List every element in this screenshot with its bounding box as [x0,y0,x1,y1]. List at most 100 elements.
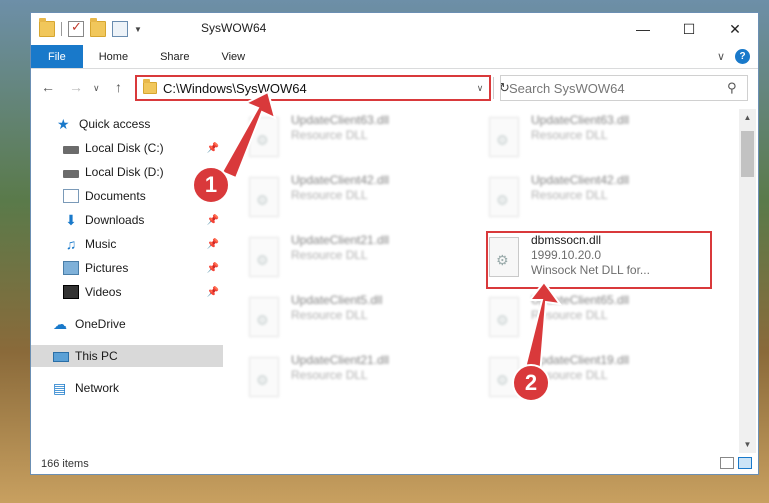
file-name: UpdateClient42.dll [531,173,630,187]
pin-icon[interactable]: 📌 [207,263,219,274]
file-item[interactable]: UpdateClient42.dllResource DLL [227,173,447,229]
nav-item-pictures[interactable]: Pictures 📌 [31,257,223,279]
file-item[interactable]: UpdateClient21.dllResource DLL [227,233,447,289]
dll-file-icon [249,117,279,157]
dll-file-icon [489,177,519,217]
help-icon[interactable]: ? [735,49,750,64]
file-item[interactable]: UpdateClient42.dllResource DLL [467,173,687,229]
file-description: Resource DLL [291,248,368,262]
address-bar[interactable]: C:\Windows\SysWOW64 ∨ [135,75,491,101]
star-icon: ★ [57,116,70,132]
computer-icon [53,352,69,362]
new-folder-icon[interactable] [90,18,106,37]
minimize-button[interactable]: — [620,13,666,45]
dll-file-icon [489,297,519,337]
file-description: Resource DLL [291,128,368,142]
nav-item-label: Documents [85,189,146,203]
nav-item-local-disk-c[interactable]: Local Disk (C:) 📌 [31,137,223,159]
file-item[interactable]: UpdateClient65.dllResource DLL [467,293,687,349]
nav-item-label: Pictures [85,261,129,275]
expand-ribbon-chevron-icon[interactable]: ∨ [717,50,725,63]
nav-item-network[interactable]: ▤ Network [31,377,223,399]
ribbon-tabs: File Home Share View ∨ ? [31,45,758,69]
scroll-down-icon[interactable]: ▼ [739,436,756,453]
nav-item-label: Videos [85,285,122,299]
nav-item-onedrive[interactable]: ☁ OneDrive [31,313,223,335]
file-item[interactable]: UpdateClient63.dllResource DLL [227,113,447,169]
drive-icon [63,145,79,154]
address-row: ← → ∨ ↑ C:\Windows\SysWOW64 ∨ ↻ Search S… [31,73,758,103]
network-icon: ▤ [53,380,67,396]
file-item[interactable]: UpdateClient5.dllResource DLL [227,293,447,349]
nav-item-label: Network [75,381,120,395]
file-description: Resource DLL [291,368,368,382]
tab-home[interactable]: Home [83,45,144,68]
properties-icon[interactable] [112,21,128,37]
recent-locations-dropdown-icon[interactable]: ∨ [93,83,100,94]
properties-check-icon[interactable] [68,19,84,37]
details-view-icon[interactable] [720,457,734,469]
file-item[interactable]: UpdateClient63.dllResource DLL [467,113,687,169]
file-item[interactable]: UpdateClient19.dllResource DLL [467,353,687,409]
tab-share[interactable]: Share [144,45,205,68]
tab-file[interactable]: File [31,45,83,68]
folder-icon [143,79,157,94]
nav-item-quick-access[interactable]: ★ Quick access [31,113,223,135]
pin-icon[interactable]: 📌 [207,239,219,250]
download-icon: ⬇ [65,212,77,228]
music-icon: ♫ [65,236,77,252]
nav-item-label: Local Disk (C:) [85,141,164,155]
search-box[interactable]: Search SysWOW64 ⚲ [500,75,748,101]
dll-file-icon [249,357,279,397]
search-placeholder[interactable]: Search SysWOW64 [509,81,727,96]
dll-file-icon [489,117,519,157]
file-name: UpdateClient21.dll [291,233,390,247]
window-controls: — ☐ ✕ [620,13,758,45]
nav-item-label: Quick access [79,117,151,131]
customize-toolbar-dropdown-icon[interactable]: ▼ [134,25,142,34]
nav-item-downloads[interactable]: ⬇ Downloads 📌 [31,209,223,231]
dll-file-icon [249,237,279,277]
step-1-badge: 1 [192,166,230,204]
file-description: Resource DLL [291,188,368,202]
item-count: 166 items [41,458,89,470]
up-arrow-icon[interactable]: ↑ [115,79,122,95]
back-arrow-icon[interactable]: ← [41,79,55,95]
dll-file-icon [249,297,279,337]
file-description: Resource DLL [531,188,608,202]
file-name: UpdateClient63.dll [291,113,390,127]
drive-icon [63,169,79,178]
large-icons-view-icon[interactable] [738,457,752,469]
scroll-thumb[interactable] [741,131,754,177]
pin-icon[interactable]: 📌 [207,287,219,298]
window-title: SysWOW64 [201,21,267,35]
vertical-scrollbar[interactable]: ▲ ▼ [739,109,756,453]
scroll-up-icon[interactable]: ▲ [739,109,756,126]
step-2-badge: 2 [512,364,550,402]
nav-item-music[interactable]: ♫ Music 📌 [31,233,223,255]
forward-arrow-icon[interactable]: → [69,79,83,95]
file-item[interactable]: UpdateClient21.dllResource DLL [227,353,447,409]
pin-icon[interactable]: 📌 [207,143,219,154]
search-icon[interactable]: ⚲ [727,80,747,96]
file-description: Resource DLL [531,128,608,142]
file-name: UpdateClient5.dll [291,293,383,307]
nav-item-this-pc[interactable]: This PC [31,345,223,367]
address-path[interactable]: C:\Windows\SysWOW64 [163,81,471,96]
file-description: Resource DLL [291,308,368,322]
nav-item-label: Local Disk (D:) [85,165,164,179]
close-button[interactable]: ✕ [712,13,758,45]
maximize-button[interactable]: ☐ [666,13,712,45]
nav-item-videos[interactable]: Videos 📌 [31,281,223,303]
address-dropdown-icon[interactable]: ∨ [471,83,489,94]
status-bar: 166 items [31,453,758,475]
toolbar-divider [61,22,62,36]
cloud-icon: ☁ [53,316,67,332]
file-name: UpdateClient19.dll [531,353,630,367]
quick-access-toolbar: ▼ [39,18,142,37]
nav-item-label: Music [85,237,117,251]
selection-highlight [486,231,712,289]
pin-icon[interactable]: 📌 [207,215,219,226]
navigation-pane: ★ Quick access Local Disk (C:) 📌 Local D… [31,109,223,449]
tab-view[interactable]: View [205,45,261,68]
